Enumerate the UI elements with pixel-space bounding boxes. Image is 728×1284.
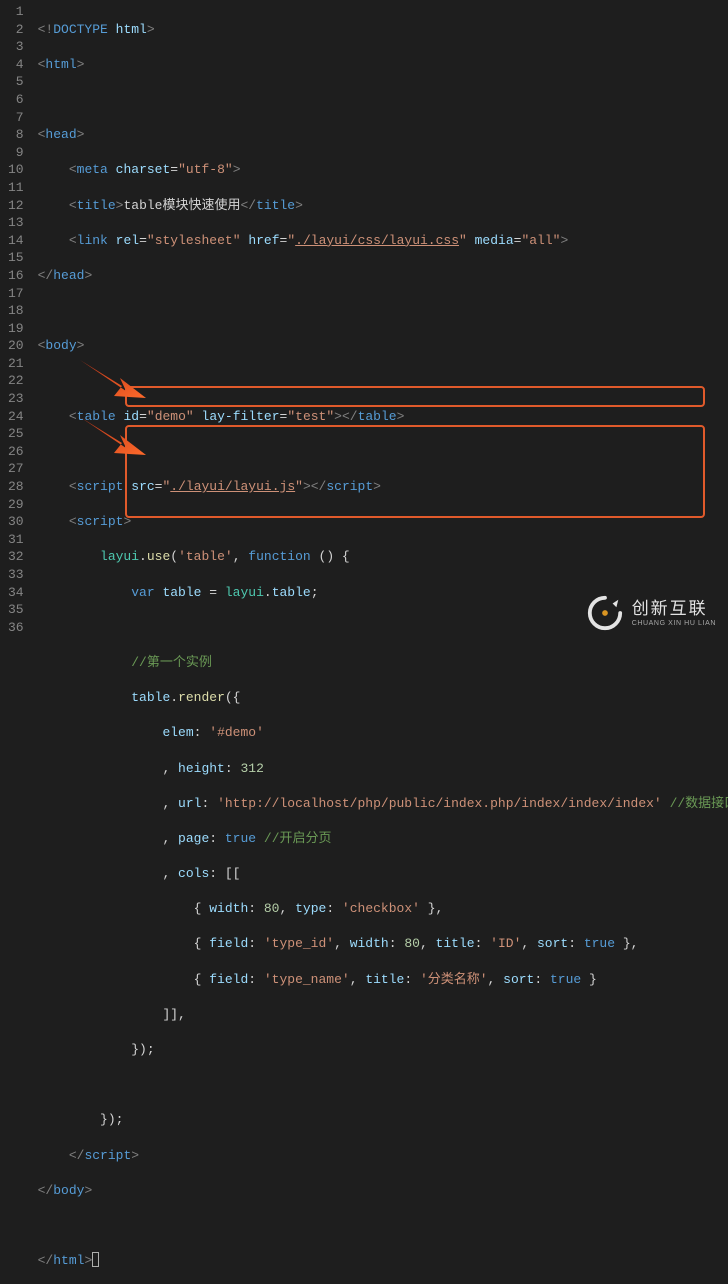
code-line: , url: 'http://localhost/php/public/inde… (38, 795, 728, 813)
code-line (38, 1076, 728, 1094)
code-line (38, 91, 728, 109)
code-line: </body> (38, 1182, 728, 1200)
code-line: <head> (38, 126, 728, 144)
code-line: table.render({ (38, 689, 728, 707)
code-line: { field: 'type_name', title: '分类名称', sor… (38, 971, 728, 989)
code-line: , cols: [[ (38, 865, 728, 883)
code-line: ]], (38, 1006, 728, 1024)
code-line (38, 1217, 728, 1235)
code-line (38, 302, 728, 320)
code-line: </html> (38, 1252, 728, 1270)
code-line: <meta charset="utf-8"> (38, 161, 728, 179)
cursor (92, 1252, 99, 1267)
code-line: </head> (38, 267, 728, 285)
code-line: <title>table模块快速使用</title> (38, 197, 728, 215)
code-editor[interactable]: 1234567891011121314151617181920212223242… (0, 0, 728, 642)
code-line (38, 372, 728, 390)
code-line: layui.use('table', function () { (38, 548, 728, 566)
code-line: elem: '#demo' (38, 724, 728, 742)
code-line: { width: 80, type: 'checkbox' }, (38, 900, 728, 918)
code-line: <html> (38, 56, 728, 74)
code-line: , page: true //开启分页 (38, 830, 728, 848)
code-line: <script src="./layui/layui.js"></script> (38, 478, 728, 496)
code-line: { field: 'type_id', width: 80, title: 'I… (38, 935, 728, 953)
code-line (38, 443, 728, 461)
code-line: var table = layui.table; (38, 584, 728, 602)
code-line: <table id="demo" lay-filter="test"></tab… (38, 408, 728, 426)
code-line: <body> (38, 337, 728, 355)
line-gutter: 1234567891011121314151617181920212223242… (0, 0, 38, 642)
code-line: //第一个实例 (38, 654, 728, 672)
code-line (38, 619, 728, 637)
code-line: }); (38, 1111, 728, 1129)
code-area[interactable]: <!DOCTYPE html> <html> <head> <meta char… (38, 0, 728, 642)
code-line: <link rel="stylesheet" href="./layui/css… (38, 232, 728, 250)
code-line: </script> (38, 1147, 728, 1165)
code-line: , height: 312 (38, 760, 728, 778)
code-line: <!DOCTYPE html> (38, 21, 728, 39)
code-line: }); (38, 1041, 728, 1059)
code-line: <script> (38, 513, 728, 531)
